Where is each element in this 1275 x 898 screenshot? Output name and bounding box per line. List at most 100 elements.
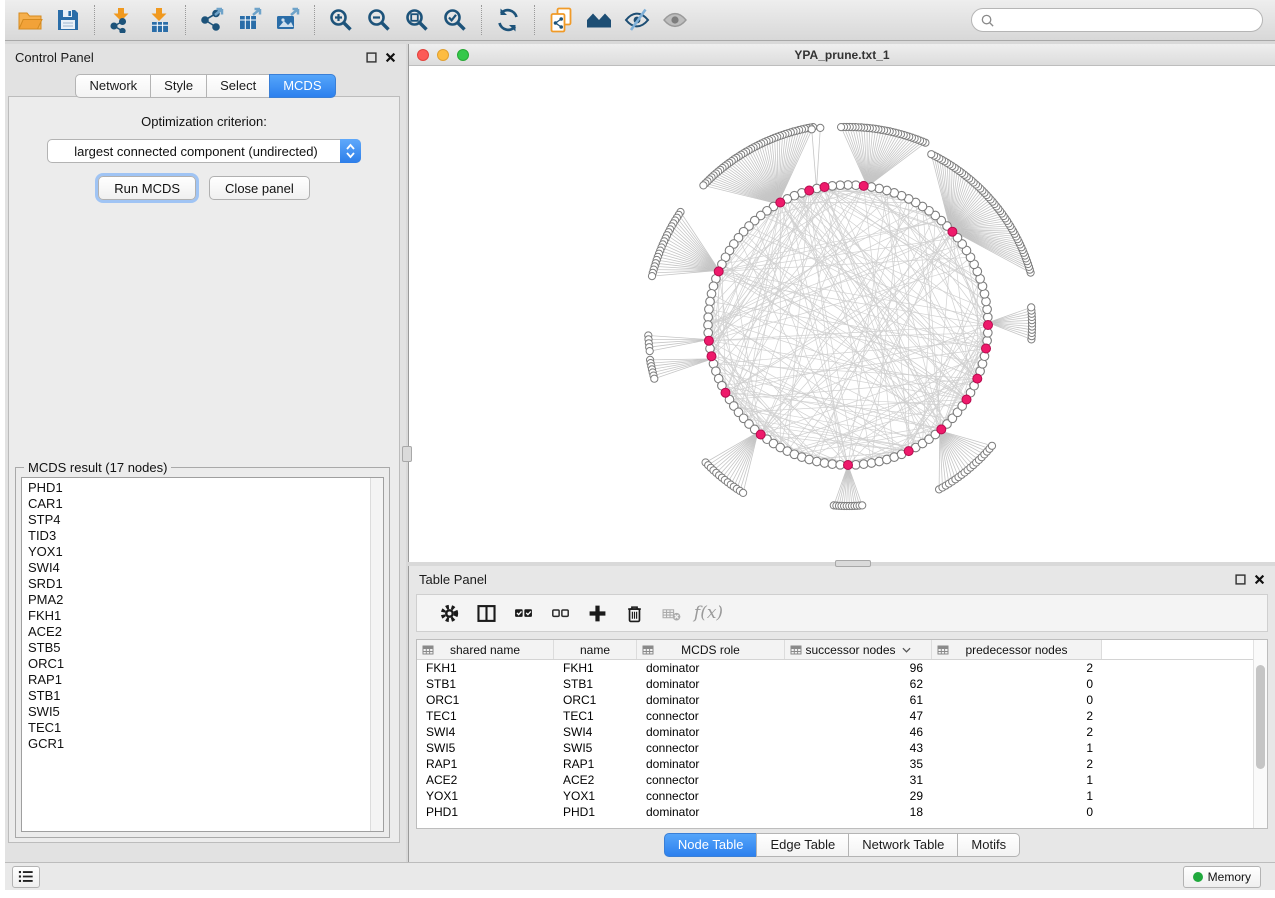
mcds-result-item[interactable]: YOX1: [28, 544, 365, 560]
column-header-name[interactable]: name: [554, 640, 637, 659]
mcds-result-item[interactable]: RAP1: [28, 672, 365, 688]
dominator-node: [714, 267, 723, 276]
mcds-result-item[interactable]: GCR1: [28, 736, 365, 752]
close-panel-icon[interactable]: [384, 51, 396, 63]
zoom-selected-icon[interactable]: [436, 3, 474, 37]
table-row[interactable]: YOX1YOX1connector291: [417, 788, 1267, 804]
mcds-result-item[interactable]: CAR1: [28, 496, 365, 512]
table-cell: ORC1: [417, 693, 554, 707]
table-cell: SWI5: [417, 741, 554, 755]
tab-select[interactable]: Select: [206, 74, 270, 98]
optimization-criterion-select[interactable]: largest connected component (undirected): [47, 139, 361, 163]
export-image-icon[interactable]: [269, 3, 307, 37]
mcds-result-item[interactable]: TID3: [28, 528, 365, 544]
table-cell: 0: [932, 693, 1102, 707]
float-panel-icon[interactable]: [1234, 573, 1246, 585]
refresh-view-icon[interactable]: [489, 3, 527, 37]
table-cell: 2: [932, 661, 1102, 675]
settings-gear-icon[interactable]: [431, 598, 468, 628]
mcds-result-item[interactable]: SWI4: [28, 560, 365, 576]
deselect-all-icon[interactable]: [542, 598, 579, 628]
toolbar-separator: [481, 5, 482, 35]
table-cell: 1: [932, 773, 1102, 787]
column-header-mcds-role[interactable]: MCDS role: [637, 640, 785, 659]
mcds-result-item[interactable]: STB5: [28, 640, 365, 656]
table-row[interactable]: FKH1FKH1dominator962: [417, 660, 1267, 676]
table-row[interactable]: TEC1TEC1connector472: [417, 708, 1267, 724]
first-neighbors-icon[interactable]: [580, 3, 618, 37]
mcds-result-item[interactable]: SRD1: [28, 576, 365, 592]
task-history-button[interactable]: [12, 866, 40, 888]
table-row[interactable]: STB1STB1dominator620: [417, 676, 1267, 692]
close-panel-button[interactable]: Close panel: [209, 176, 310, 200]
mcds-result-list[interactable]: PHD1CAR1STP4TID3YOX1SWI4SRD1PMA2FKH1ACE2…: [21, 477, 384, 832]
float-panel-icon[interactable]: [365, 51, 377, 63]
table-row[interactable]: SWI4SWI4dominator462: [417, 724, 1267, 740]
export-table-icon[interactable]: [231, 3, 269, 37]
mcds-result-item[interactable]: ACE2: [28, 624, 365, 640]
table-row[interactable]: SWI5SWI5connector431: [417, 740, 1267, 756]
toolbar-separator: [314, 5, 315, 35]
zoom-fit-icon[interactable]: [398, 3, 436, 37]
vertical-splitter-handle[interactable]: [402, 446, 412, 462]
network-canvas[interactable]: [409, 66, 1275, 562]
control-panel-header: Control Panel: [5, 44, 406, 70]
search-input[interactable]: [999, 12, 1254, 28]
tab-mcds[interactable]: MCDS: [269, 74, 335, 98]
mcds-result-item[interactable]: SWI5: [28, 704, 365, 720]
table-cell: connector: [637, 741, 785, 755]
add-entry-icon[interactable]: [579, 598, 616, 628]
mcds-result-item[interactable]: PMA2: [28, 592, 365, 608]
zoom-out-icon[interactable]: [360, 3, 398, 37]
table-row[interactable]: RAP1RAP1dominator352: [417, 756, 1267, 772]
table-row[interactable]: PHD1PHD1dominator180: [417, 804, 1267, 820]
select-all-icon[interactable]: [505, 598, 542, 628]
import-table-icon[interactable]: [140, 3, 178, 37]
column-header-shared-name[interactable]: shared name: [417, 640, 554, 659]
tab-style[interactable]: Style: [150, 74, 207, 98]
horizontal-splitter-handle[interactable]: [835, 560, 871, 567]
optimization-criterion-label: Optimization criterion:: [9, 114, 399, 129]
table-scrollbar-thumb[interactable]: [1256, 665, 1265, 769]
delete-entry-icon[interactable]: [616, 598, 653, 628]
table-scrollbar[interactable]: [1253, 640, 1267, 828]
table-cell: 2: [932, 709, 1102, 723]
tab-node-table[interactable]: Node Table: [664, 833, 758, 857]
mcds-result-item[interactable]: PHD1: [28, 480, 365, 496]
mcds-result-item[interactable]: TEC1: [28, 720, 365, 736]
mcds-result-item[interactable]: ORC1: [28, 656, 365, 672]
clone-network-icon[interactable]: [542, 3, 580, 37]
mcds-result-item[interactable]: STB1: [28, 688, 365, 704]
table-cell: dominator: [637, 757, 785, 771]
column-header-successor-nodes[interactable]: successor nodes: [785, 640, 932, 659]
split-panel-icon[interactable]: [468, 598, 505, 628]
export-network-icon[interactable]: [193, 3, 231, 37]
dominator-node: [704, 336, 713, 345]
mcds-result-item[interactable]: STP4: [28, 512, 365, 528]
table-row[interactable]: ORC1ORC1dominator610: [417, 692, 1267, 708]
table-panel-tabs: Node TableEdge TableNetwork TableMotifs: [409, 833, 1275, 857]
tab-network[interactable]: Network: [75, 74, 151, 98]
import-network-icon[interactable]: [102, 3, 140, 37]
memory-button[interactable]: Memory: [1183, 866, 1261, 888]
search-box[interactable]: [971, 8, 1263, 32]
table-cell: connector: [637, 773, 785, 787]
table-row[interactable]: ACE2ACE2connector311: [417, 772, 1267, 788]
run-mcds-button[interactable]: Run MCDS: [98, 176, 196, 200]
tab-edge-table[interactable]: Edge Table: [756, 833, 849, 857]
zoom-in-icon[interactable]: [322, 3, 360, 37]
tab-motifs[interactable]: Motifs: [957, 833, 1020, 857]
open-file-icon[interactable]: [11, 3, 49, 37]
mcds-result-item[interactable]: FKH1: [28, 608, 365, 624]
toolbar-separator: [94, 5, 95, 35]
hide-selected-icon[interactable]: [618, 3, 656, 37]
list-icon: [18, 870, 34, 883]
save-session-icon[interactable]: [49, 3, 87, 37]
close-panel-icon[interactable]: [1253, 573, 1265, 585]
table-body: FKH1FKH1dominator962STB1STB1dominator620…: [417, 660, 1267, 820]
mcds-list-scrollbar[interactable]: [370, 478, 383, 831]
dominator-node: [984, 321, 993, 330]
tab-network-table[interactable]: Network Table: [848, 833, 958, 857]
dropdown-stepper-icon: [340, 139, 361, 163]
column-header-predecessor-nodes[interactable]: predecessor nodes: [932, 640, 1102, 659]
